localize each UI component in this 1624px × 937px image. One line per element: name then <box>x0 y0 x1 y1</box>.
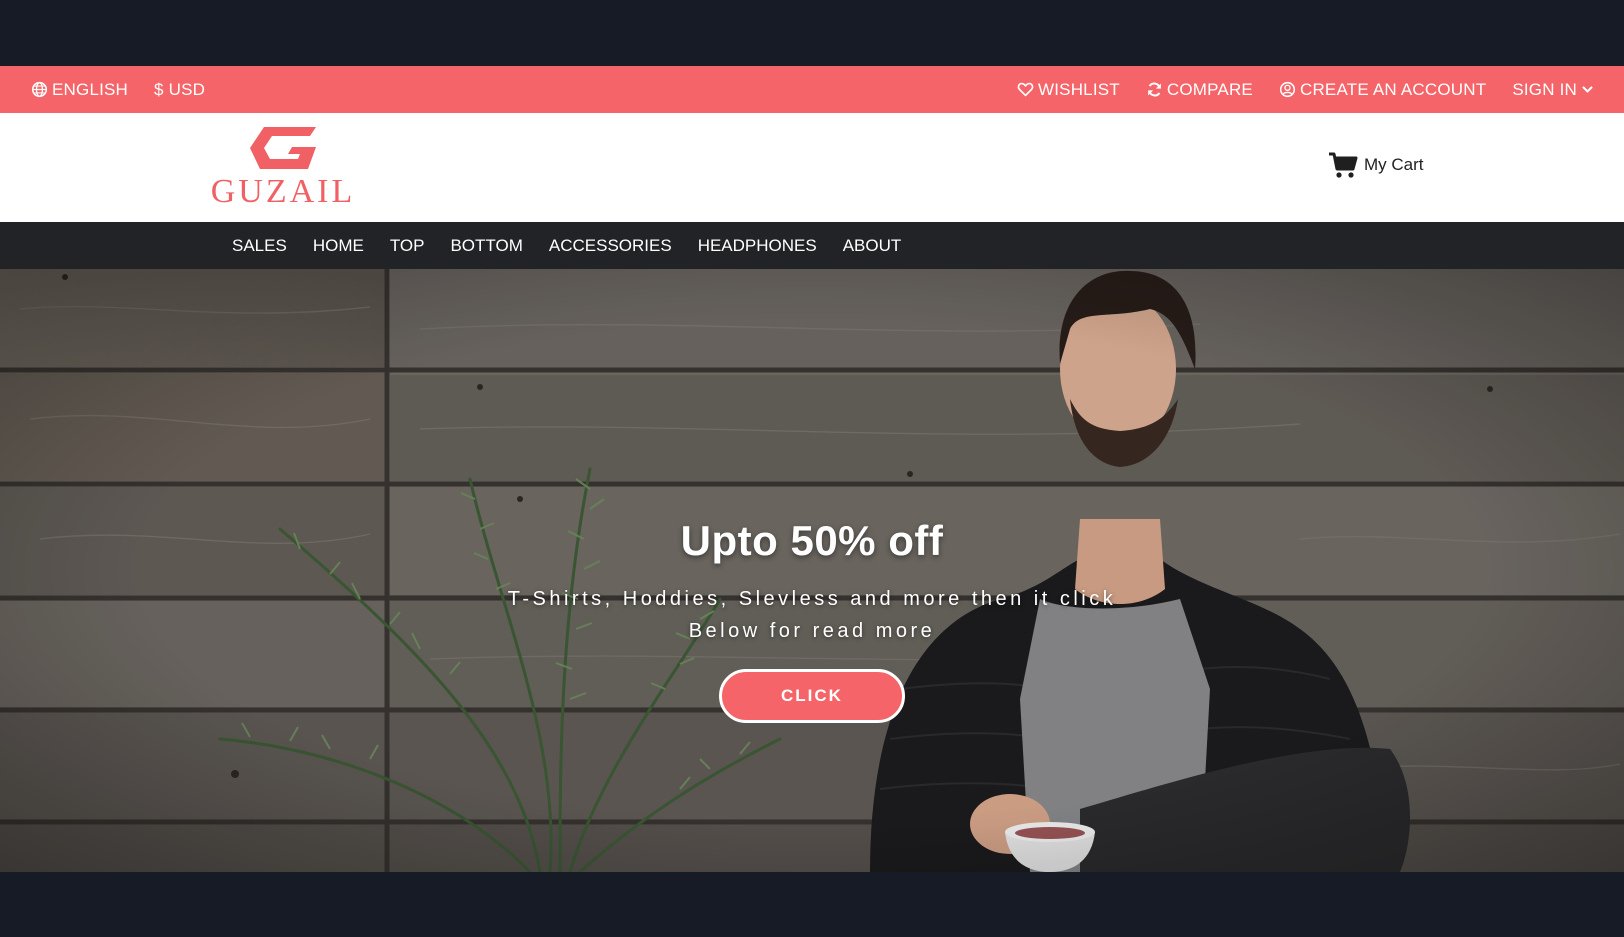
nav-item-about[interactable]: ABOUT <box>843 236 902 256</box>
language-label: ENGLISH <box>52 79 129 99</box>
logo-text: GUZAIL <box>210 173 356 210</box>
nav-item-accessories[interactable]: ACCESSORIES <box>549 236 672 256</box>
chevron-down-icon <box>1582 86 1593 93</box>
nav-item-home[interactable]: HOME <box>313 236 364 256</box>
hero-subtitle: T-Shirts, Hoddies, Slevless and more the… <box>507 588 1117 642</box>
nav-item-headphones[interactable]: HEADPHONES <box>698 236 817 256</box>
hero-title: Upto 50% off <box>680 517 944 564</box>
sign-in-label: SIGN IN <box>1512 79 1577 99</box>
top-bar: ENGLISH $ USD WISHLIST COMPARE CREATE AN… <box>0 66 1624 113</box>
bottom-frame <box>0 872 1624 937</box>
heart-icon <box>1017 82 1034 97</box>
logo-mark-icon <box>250 127 316 169</box>
wishlist-label: WISHLIST <box>1037 79 1120 99</box>
hero-banner: Upto 50% off T-Shirts, Hoddies, Slevless… <box>0 269 1624 872</box>
nav-item-bottom[interactable]: BOTTOM <box>450 236 522 256</box>
site-header: GUZAIL My Cart <box>0 113 1624 222</box>
sign-in-dropdown[interactable]: SIGN IN <box>1512 80 1594 100</box>
cart-button[interactable]: My Cart <box>1328 151 1424 179</box>
main-nav: SALES HOME TOP BOTTOM ACCESSORIES HEADPH… <box>0 222 1624 269</box>
nav-item-top[interactable]: TOP <box>390 236 425 256</box>
cart-icon <box>1329 152 1358 178</box>
nav-item-sales[interactable]: SALES <box>232 236 287 256</box>
currency-label: $ USD <box>154 79 206 99</box>
top-frame <box>0 0 1624 66</box>
wishlist-link[interactable]: WISHLIST <box>1017 80 1120 100</box>
hero-click-button[interactable]: CLICK <box>719 669 905 723</box>
create-account-link[interactable]: CREATE AN ACCOUNT <box>1279 80 1486 100</box>
refresh-icon <box>1148 82 1161 97</box>
cart-label: My Cart <box>1364 155 1424 174</box>
hero-content: Upto 50% off T-Shirts, Hoddies, Slevless… <box>0 517 1624 723</box>
compare-label: COMPARE <box>1166 79 1253 99</box>
globe-icon <box>31 81 48 98</box>
currency-selector[interactable]: $ USD <box>154 80 205 100</box>
compare-link[interactable]: COMPARE <box>1146 80 1253 100</box>
language-selector[interactable]: ENGLISH <box>31 80 128 100</box>
create-account-label: CREATE AN ACCOUNT <box>1299 79 1487 99</box>
logo[interactable]: GUZAIL <box>200 127 366 211</box>
user-circle-icon <box>1279 81 1296 98</box>
